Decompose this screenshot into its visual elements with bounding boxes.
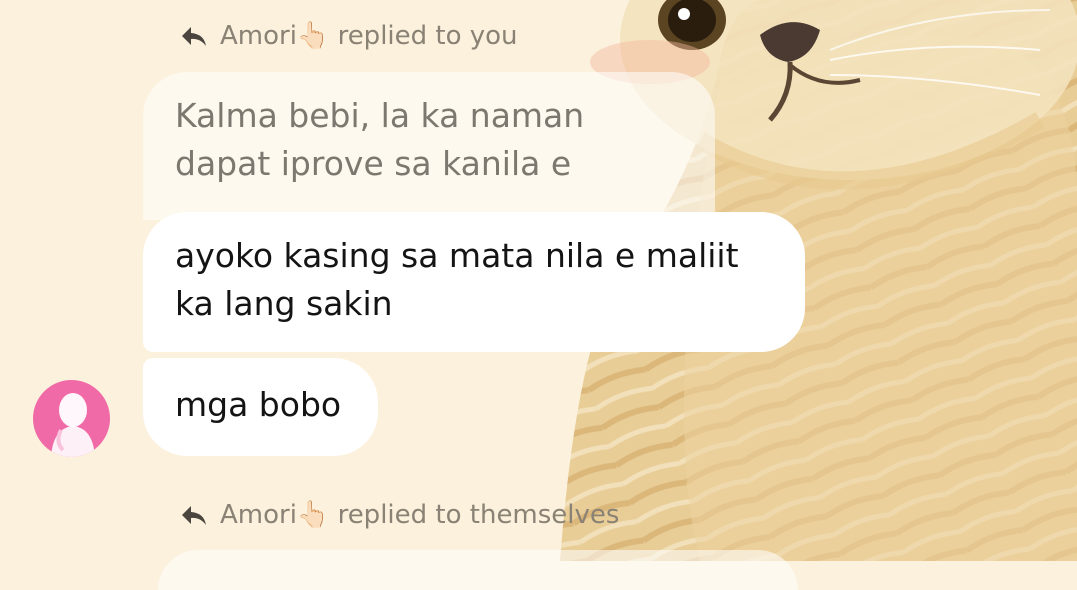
profile-avatar-icon	[33, 380, 110, 457]
reply-header-text: Amori👆🏻 replied to you	[220, 21, 518, 51]
message-bubble[interactable]: ayoko kasing sa mata nila e maliit ka la…	[143, 212, 805, 352]
reply-arrow-icon	[182, 506, 206, 525]
reply-header-text: Amori👆🏻 replied to themselves	[220, 500, 620, 530]
reply-arrow-icon	[182, 27, 206, 46]
quoted-message-bubble[interactable]	[158, 550, 798, 590]
message-text: mga bobo	[175, 385, 342, 424]
sender-avatar[interactable]	[33, 380, 110, 457]
reply-header: Amori👆🏻 replied to you	[180, 16, 518, 56]
message-bubble[interactable]: mga bobo	[143, 358, 378, 456]
quoted-message-text: Kalma bebi, la ka naman dapat iprove sa …	[175, 96, 585, 183]
quoted-message-bubble[interactable]: Kalma bebi, la ka naman dapat iprove sa …	[143, 72, 715, 220]
message-text: ayoko kasing sa mata nila e maliit ka la…	[175, 236, 739, 323]
reply-header: Amori👆🏻 replied to themselves	[180, 495, 619, 535]
